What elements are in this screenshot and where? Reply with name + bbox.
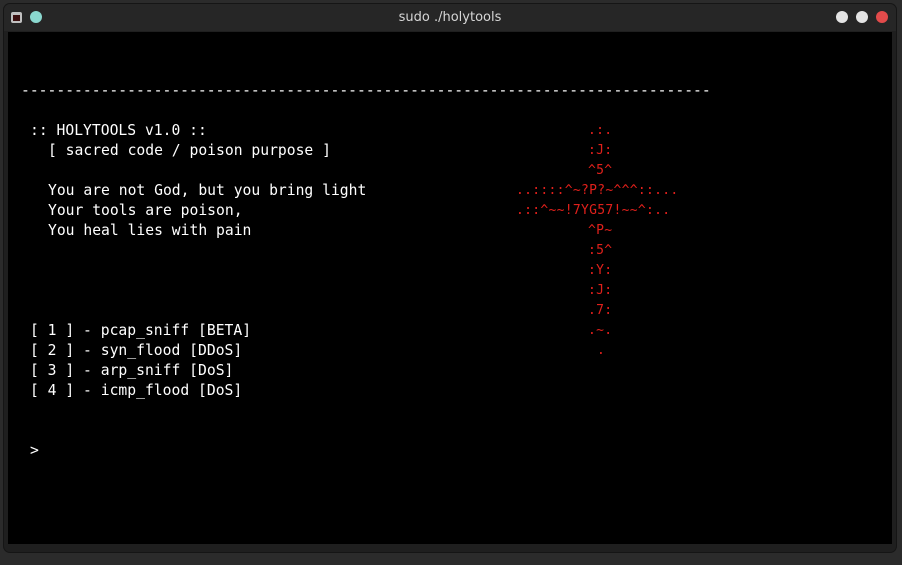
cross-art-line: .::^~~!7YG57!~~^:..: [516, 203, 671, 218]
verse-line: You heal lies with pain: [48, 222, 252, 239]
cross-art-line: ^5^: [588, 163, 613, 178]
cross-art-line: :Y:: [588, 263, 613, 278]
cross-art-line: .:.: [588, 123, 613, 138]
menu-option-4: [ 4 ] - icmp_flood [DoS]: [30, 382, 243, 399]
separator-line: ----------------------------------------…: [21, 82, 711, 99]
menu-option-1: [ 1 ] - pcap_sniff [BETA]: [30, 322, 252, 339]
tool-subheader: [ sacred code / poison purpose ]: [48, 142, 331, 159]
minimize-button[interactable]: [836, 11, 848, 23]
cross-art-line: :5^: [588, 243, 613, 258]
cross-art-line: ..::::^~?P?~^^^::...: [516, 183, 679, 198]
maximize-button[interactable]: [856, 11, 868, 23]
menu-option-3: [ 3 ] - arp_sniff [DoS]: [30, 362, 234, 379]
close-button[interactable]: [876, 11, 888, 23]
verse-line: You are not God, but you bring light: [48, 182, 367, 199]
terminal-output[interactable]: ----------------------------------------…: [8, 32, 892, 544]
title-bar[interactable]: sudo ./holytools: [4, 4, 896, 31]
window-title: sudo ./holytools: [398, 10, 502, 25]
cross-art-line: :J:: [588, 283, 613, 298]
input-prompt[interactable]: >: [30, 441, 39, 461]
cross-art-line: .~.: [588, 323, 613, 338]
cross-art-line: .: [597, 343, 606, 358]
terminal-window: sudo ./holytools -----------------------…: [4, 4, 896, 552]
cross-art-line: .7:: [588, 303, 613, 318]
verse-line: Your tools are poison,: [48, 202, 243, 219]
cross-art-line: :J:: [588, 143, 613, 158]
menu-option-2: [ 2 ] - syn_flood [DDoS]: [30, 342, 243, 359]
cross-art-line: ^P~: [588, 223, 613, 238]
tool-header: :: HOLYTOOLS v1.0 ::: [30, 122, 207, 139]
